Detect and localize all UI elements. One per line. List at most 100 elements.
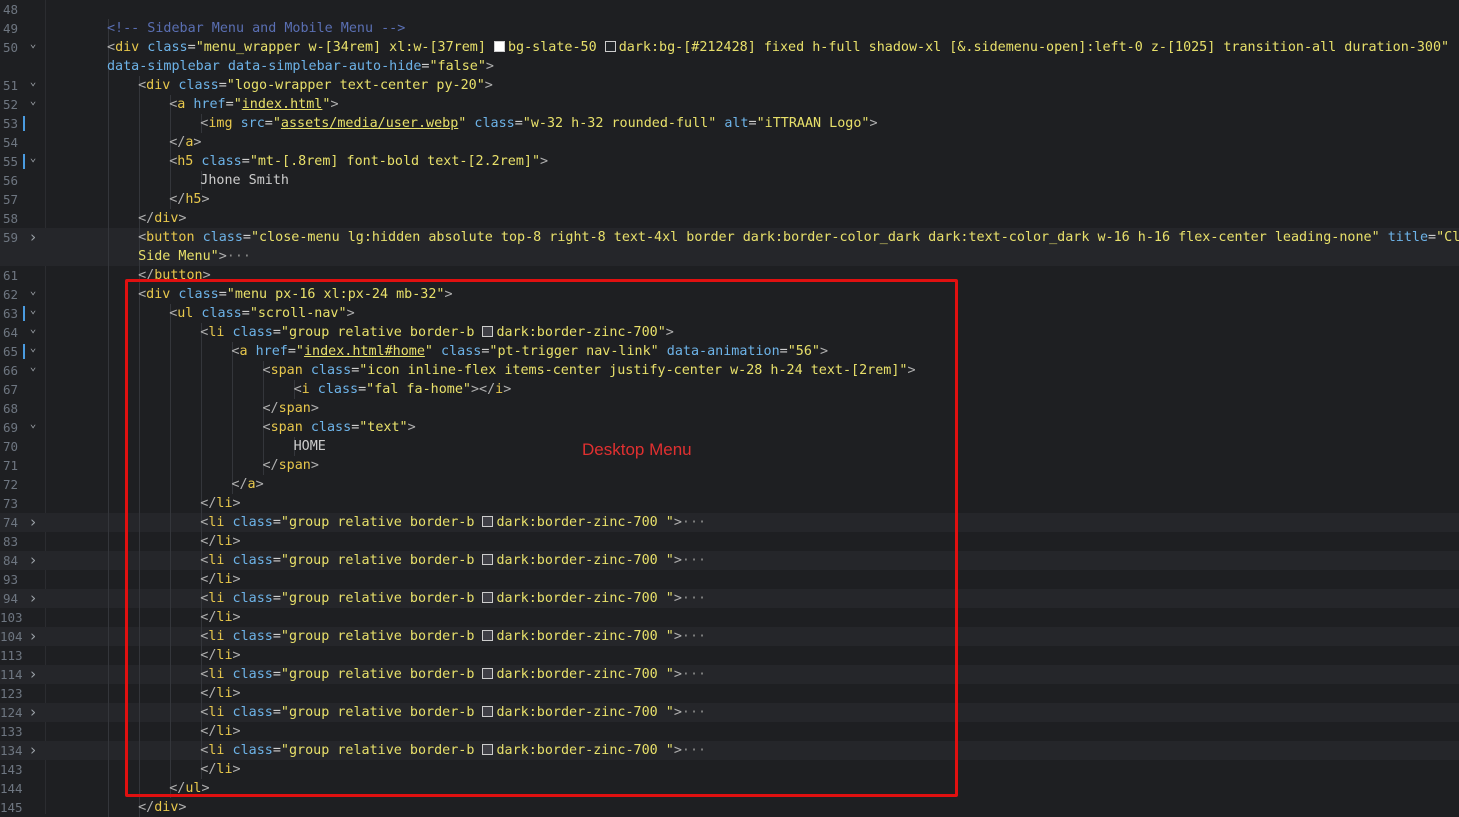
code-line[interactable]: 58 </div>: [0, 209, 1459, 228]
chevron-right-icon[interactable]: ›: [26, 627, 40, 646]
indent-guide: [107, 741, 109, 760]
code-token: class: [193, 154, 242, 169]
chevron-right-icon[interactable]: ›: [26, 703, 40, 722]
indent-guide: [107, 266, 109, 285]
modified-line-marker: [23, 344, 25, 359]
chevron-right-icon[interactable]: ›: [26, 228, 40, 247]
chevron-right-icon[interactable]: ›: [26, 551, 40, 570]
line-number: 84: [2, 553, 18, 568]
code-text[interactable]: </h5>: [169, 190, 209, 209]
chevron-down-icon[interactable]: ⌄: [26, 91, 40, 110]
chevron-down-icon[interactable]: ⌄: [26, 34, 40, 53]
code-text[interactable]: <a href="index.html">: [169, 95, 338, 114]
code-editor[interactable]: 48 49 <!-- Sidebar Menu and Mobile Menu --…: [0, 0, 1459, 817]
chevron-right-icon[interactable]: ›: [26, 589, 40, 608]
code-line[interactable]: 50 ⌄ <div class="menu_wrapper w-[34rem] xl…: [0, 37, 1459, 57]
line-number: 51: [2, 78, 18, 93]
code-line[interactable]: 56 Jhone Smith: [0, 171, 1459, 190]
color-swatch[interactable]: [604, 41, 616, 52]
code-line[interactable]: 53 <img src="assets/media/user.webp" clas…: [0, 114, 1459, 133]
line-number: 124: [0, 705, 23, 720]
line-number: 71: [2, 458, 18, 473]
line-number: 63: [2, 306, 18, 321]
code-line[interactable]: 54 </a>: [0, 133, 1459, 152]
code-text[interactable]: <h5 class="mt-[.8rem] font-bold text-[2.…: [169, 152, 548, 171]
line-number: 113: [0, 648, 23, 663]
line-number: 74: [2, 515, 18, 530]
code-token: Jhone Smith: [200, 173, 289, 188]
line-number: 64: [2, 325, 18, 340]
line-number: 143: [0, 762, 23, 777]
code-text[interactable]: Jhone Smith: [200, 171, 289, 190]
code-text[interactable]: </a>: [169, 133, 201, 152]
line-number: 73: [2, 496, 18, 511]
indent-guide: [107, 323, 109, 342]
code-token[interactable]: index.html: [242, 97, 323, 112]
code-line[interactable]: 49 <!-- Sidebar Menu and Mobile Menu -->: [0, 19, 1459, 38]
chevron-right-icon[interactable]: ›: [26, 741, 40, 760]
code-text[interactable]: Side Menu">···: [138, 247, 251, 266]
code-line[interactable]: 145 </div>: [0, 798, 1459, 817]
line-number: 52: [2, 97, 18, 112]
code-token: "w-32 h-32 rounded-full": [522, 116, 717, 131]
indent-guide: [138, 171, 140, 190]
line-number: 72: [2, 477, 18, 492]
code-line[interactable]: 48: [0, 0, 1459, 19]
line-number: 83: [2, 534, 18, 549]
chevron-down-icon[interactable]: ⌄: [26, 72, 40, 91]
code-line[interactable]: data-simplebar data-simplebar-auto-hide=…: [0, 57, 1459, 76]
chevron-right-icon[interactable]: ›: [26, 513, 40, 532]
chevron-down-icon[interactable]: ⌄: [26, 148, 40, 167]
code-line[interactable]: Side Menu">···: [0, 247, 1459, 266]
code-text[interactable]: </div>: [138, 209, 186, 228]
line-number: 53: [2, 116, 18, 131]
code-token: h5: [177, 154, 194, 169]
indent-guide: [107, 418, 109, 437]
line-number: 114: [0, 667, 23, 682]
code-line[interactable]: 59 › <button class="close-menu lg:hidden a…: [0, 228, 1459, 247]
line-number: 49: [2, 21, 18, 36]
code-token: div: [154, 211, 179, 226]
code-line[interactable]: 57 </h5>: [0, 190, 1459, 209]
code-token: bg-slate-50: [507, 40, 605, 55]
code-line[interactable]: 55 ⌄ <h5 class="mt-[.8rem] font-bold text-…: [0, 151, 1459, 171]
line-number: 70: [2, 439, 18, 454]
code-token: =: [264, 116, 273, 131]
chevron-down-icon[interactable]: ⌄: [26, 319, 40, 338]
chevron-down-icon[interactable]: ⌄: [26, 281, 40, 300]
code-token: >: [484, 78, 493, 93]
code-token: "menu_wrapper w-[34rem] xl:w-[37rem]: [195, 40, 494, 55]
indent-guide: [107, 665, 109, 684]
code-text[interactable]: <div class="logo-wrapper text-center py-…: [138, 76, 493, 95]
indent-guide: [138, 133, 140, 152]
line-number: 59: [2, 230, 18, 245]
color-swatch[interactable]: [493, 41, 505, 52]
code-text[interactable]: <button class="close-menu lg:hidden abso…: [138, 228, 1459, 247]
chevron-right-icon[interactable]: ›: [26, 665, 40, 684]
code-token: href: [185, 97, 226, 112]
line-number: 55: [2, 154, 18, 169]
modified-line-marker: [23, 306, 25, 321]
code-token: "iTTRAAN Logo": [756, 116, 870, 131]
indent-guide: [138, 114, 140, 133]
code-text[interactable]: <div class="menu_wrapper w-[34rem] xl:w-…: [107, 38, 1449, 57]
line-number: 54: [2, 135, 18, 150]
code-line[interactable]: 52 ⌄ <a href="index.html">: [0, 94, 1459, 114]
code-token[interactable]: assets/media/user.webp: [281, 116, 458, 131]
annotation-box: [125, 279, 958, 797]
chevron-down-icon[interactable]: ⌄: [26, 338, 40, 357]
chevron-down-icon[interactable]: ⌄: [26, 357, 40, 376]
code-text[interactable]: data-simplebar data-simplebar-auto-hide=…: [107, 57, 494, 76]
code-text[interactable]: <img src="assets/media/user.webp" class=…: [200, 114, 877, 133]
code-text[interactable]: <!-- Sidebar Menu and Mobile Menu -->: [107, 19, 405, 38]
indent-guide: [107, 380, 109, 399]
code-text[interactable]: </div>: [138, 798, 186, 817]
code-line[interactable]: 51 ⌄ <div class="logo-wrapper text-center …: [0, 75, 1459, 95]
code-token: >: [485, 59, 494, 74]
chevron-down-icon[interactable]: ⌄: [26, 300, 40, 319]
annotation-label: Desktop Menu: [582, 440, 692, 459]
chevron-down-icon[interactable]: ⌄: [26, 414, 40, 433]
line-number: 133: [0, 724, 23, 739]
code-token: button: [146, 230, 195, 245]
indent-guide: [107, 361, 109, 380]
